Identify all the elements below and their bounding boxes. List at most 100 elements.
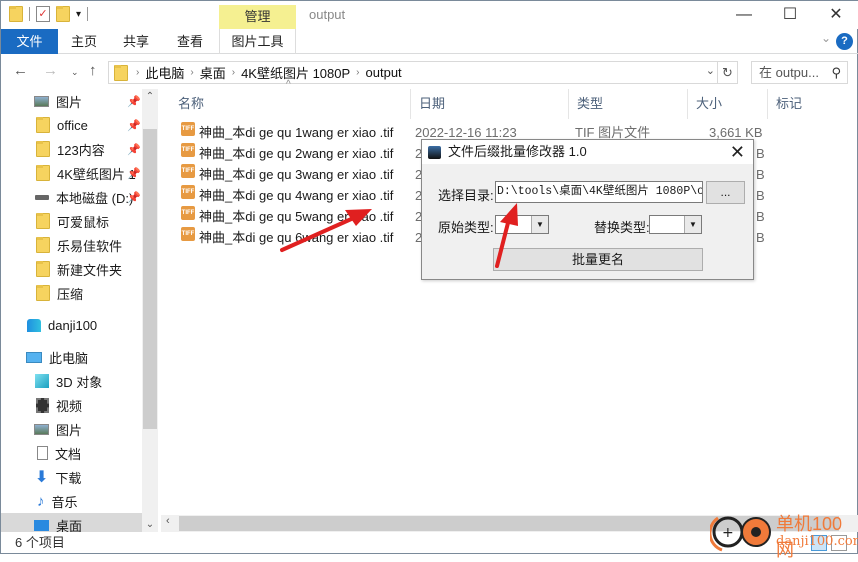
folder-icon <box>36 165 50 181</box>
sidebar-item-downloads[interactable]: ⬇ 下载 <box>1 465 142 489</box>
batch-rename-button[interactable]: 批量更名 <box>493 248 703 271</box>
pictures-icon <box>34 423 49 435</box>
sidebar-item-this-pc[interactable]: 此电脑 <box>1 345 142 369</box>
sidebar-item-pictures[interactable]: 图片 <box>1 417 142 441</box>
sidebar-item-cute-mouse[interactable]: 可爱鼠标 <box>1 209 142 233</box>
sidebar-item-compress[interactable]: 压缩 <box>1 281 142 305</box>
browse-button[interactable]: ... <box>706 181 745 204</box>
tab-home[interactable]: 主页 <box>58 29 110 54</box>
breadcrumb-output[interactable]: output <box>366 65 402 80</box>
documents-icon <box>37 446 48 460</box>
replace-type-select[interactable]: ▼ <box>649 215 702 234</box>
sidebar-item-new-folder[interactable]: 新建文件夹 <box>1 257 142 281</box>
divider <box>87 7 89 21</box>
folder-icon[interactable] <box>9 6 23 22</box>
sidebar-item-documents[interactable]: 文档 <box>1 441 142 465</box>
computer-icon <box>26 351 42 363</box>
chevron-right-icon: › <box>231 67 236 78</box>
sidebar-scrollbar[interactable]: ⌃ ⌄ <box>142 89 158 532</box>
chevron-right-icon: › <box>136 67 140 78</box>
sidebar-item-danji100[interactable]: danji100 <box>1 313 142 337</box>
close-button[interactable]: ✕ <box>813 1 858 29</box>
file-name: 神曲_本di ge qu 6wang er xiao .tif <box>199 230 394 245</box>
watermark-url: danji100.com <box>776 534 858 549</box>
maximize-button[interactable]: ☐ <box>767 1 813 29</box>
search-icon: ⚲ <box>831 65 841 80</box>
dialog-title-bar: 文件后缀批量修改器 1.0 ✕ <box>422 140 753 164</box>
ribbon-expand-icon[interactable]: ⌄ <box>821 31 831 45</box>
replace-type-label: 替换类型: <box>594 220 650 235</box>
sidebar-item-music[interactable]: ♪ 音乐 <box>1 489 142 513</box>
original-type-select[interactable]: ▼ <box>495 215 549 234</box>
ribbon: 文件 主页 共享 查看 图片工具 ⌄ ? <box>1 29 858 54</box>
file-size: B <box>756 230 765 245</box>
new-folder-icon[interactable] <box>56 6 70 22</box>
breadcrumb-this-pc[interactable]: 此电脑 <box>145 63 184 82</box>
chevron-down-icon[interactable]: ▼ <box>531 216 548 233</box>
video-icon <box>36 397 49 413</box>
folder-icon <box>114 64 128 81</box>
sidebar-item-leyijia[interactable]: 乐易佳软件 <box>1 233 142 257</box>
column-header-type[interactable]: 类型 <box>568 89 687 119</box>
up-button[interactable]: ↑ <box>89 62 97 79</box>
scroll-up-icon[interactable]: ⌃ <box>142 91 158 102</box>
back-button[interactable]: ← <box>13 62 28 79</box>
sidebar-item-desktop[interactable]: 桌面 <box>1 513 142 532</box>
folder-icon <box>36 213 50 229</box>
title-bar: ✓ ▾ 管理 output — ☐ ✕ <box>1 1 858 29</box>
context-tab-manage[interactable]: 管理 <box>219 5 296 29</box>
tab-file[interactable]: 文件 <box>1 29 58 54</box>
window-title: output <box>309 7 346 22</box>
tif-file-icon: TIFF <box>181 206 195 220</box>
tab-view[interactable]: 查看 <box>164 29 216 54</box>
tab-picture-tools[interactable]: 图片工具 <box>219 29 296 54</box>
properties-icon[interactable]: ✓ <box>36 6 50 22</box>
scroll-left-icon[interactable]: ‹ <box>166 515 170 527</box>
minimize-button[interactable]: — <box>721 1 767 29</box>
column-header-size[interactable]: 大小 <box>687 89 767 119</box>
navigation-bar: ← → ⌄ ↑ › 此电脑 › 桌面 › 4K壁纸图片 1080P › outp… <box>1 55 858 89</box>
forward-button[interactable]: → <box>43 62 58 79</box>
customize-dropdown-icon[interactable]: ▾ <box>76 9 81 20</box>
address-bar[interactable]: › 此电脑 › 桌面 › 4K壁纸图片 1080P › output ⌄ ↻ <box>108 61 738 84</box>
recent-dropdown-icon[interactable]: ⌄ <box>71 67 79 78</box>
tif-file-icon: TIFF <box>181 164 195 178</box>
sidebar-scroll-thumb[interactable] <box>143 129 157 429</box>
tab-share[interactable]: 共享 <box>110 29 162 54</box>
file-name: 神曲_本di ge qu 3wang er xiao .tif <box>199 167 394 182</box>
watermark: + 单机100网 danji100.com <box>708 510 858 560</box>
music-icon: ♪ <box>37 492 45 510</box>
divider <box>29 7 30 21</box>
column-header-name[interactable]: 名称 <box>170 89 410 119</box>
directory-input[interactable]: D:\tools\桌面\4K壁纸图片 1080P\out <box>495 181 703 203</box>
sidebar-item-office[interactable]: office 📌 <box>1 113 142 137</box>
scroll-down-icon[interactable]: ⌄ <box>142 519 158 530</box>
tif-file-icon: TIFF <box>181 185 195 199</box>
folder-icon <box>36 261 50 277</box>
refresh-button[interactable]: ↻ <box>717 62 737 83</box>
sidebar-item-4k-wallpaper[interactable]: 4K壁纸图片 1 📌 <box>1 161 142 185</box>
file-name: 神曲_本di ge qu 5wang er xiao .tif <box>199 209 394 224</box>
sidebar-item-videos[interactable]: 视频 <box>1 393 142 417</box>
breadcrumb-desktop[interactable]: 桌面 <box>200 63 226 82</box>
quick-access-toolbar: ✓ ▾ <box>9 6 89 22</box>
file-size: B <box>756 146 765 161</box>
breadcrumb-wallpaper-folder[interactable]: 4K壁纸图片 1080P <box>241 63 350 82</box>
desktop-icon <box>34 519 49 531</box>
search-placeholder: 在 outpu... <box>759 65 819 80</box>
file-name: 神曲_本di ge qu 2wang er xiao .tif <box>199 146 394 161</box>
sidebar-item-local-disk-d[interactable]: 本地磁盘 (D:) 📌 <box>1 185 142 209</box>
column-header-tags[interactable]: 标记 <box>767 89 855 119</box>
chevron-down-icon[interactable]: ▼ <box>684 216 701 233</box>
suffix-renamer-dialog: 文件后缀批量修改器 1.0 ✕ 选择目录: D:\tools\桌面\4K壁纸图片… <box>421 139 754 280</box>
address-history-dropdown[interactable]: ⌄ <box>706 64 715 77</box>
file-size: B <box>756 188 765 203</box>
chevron-right-icon: › <box>190 67 194 78</box>
search-input[interactable]: 在 outpu... ⚲ <box>751 61 848 84</box>
dialog-close-button[interactable]: ✕ <box>730 140 745 164</box>
sidebar-item-123[interactable]: 123内容 📌 <box>1 137 142 161</box>
sidebar-item-pictures-pinned[interactable]: 图片 📌 <box>1 89 142 113</box>
sidebar-item-3d-objects[interactable]: 3D 对象 <box>1 369 142 393</box>
column-header-date[interactable]: 日期 <box>410 89 568 119</box>
help-icon[interactable]: ? <box>836 33 853 50</box>
